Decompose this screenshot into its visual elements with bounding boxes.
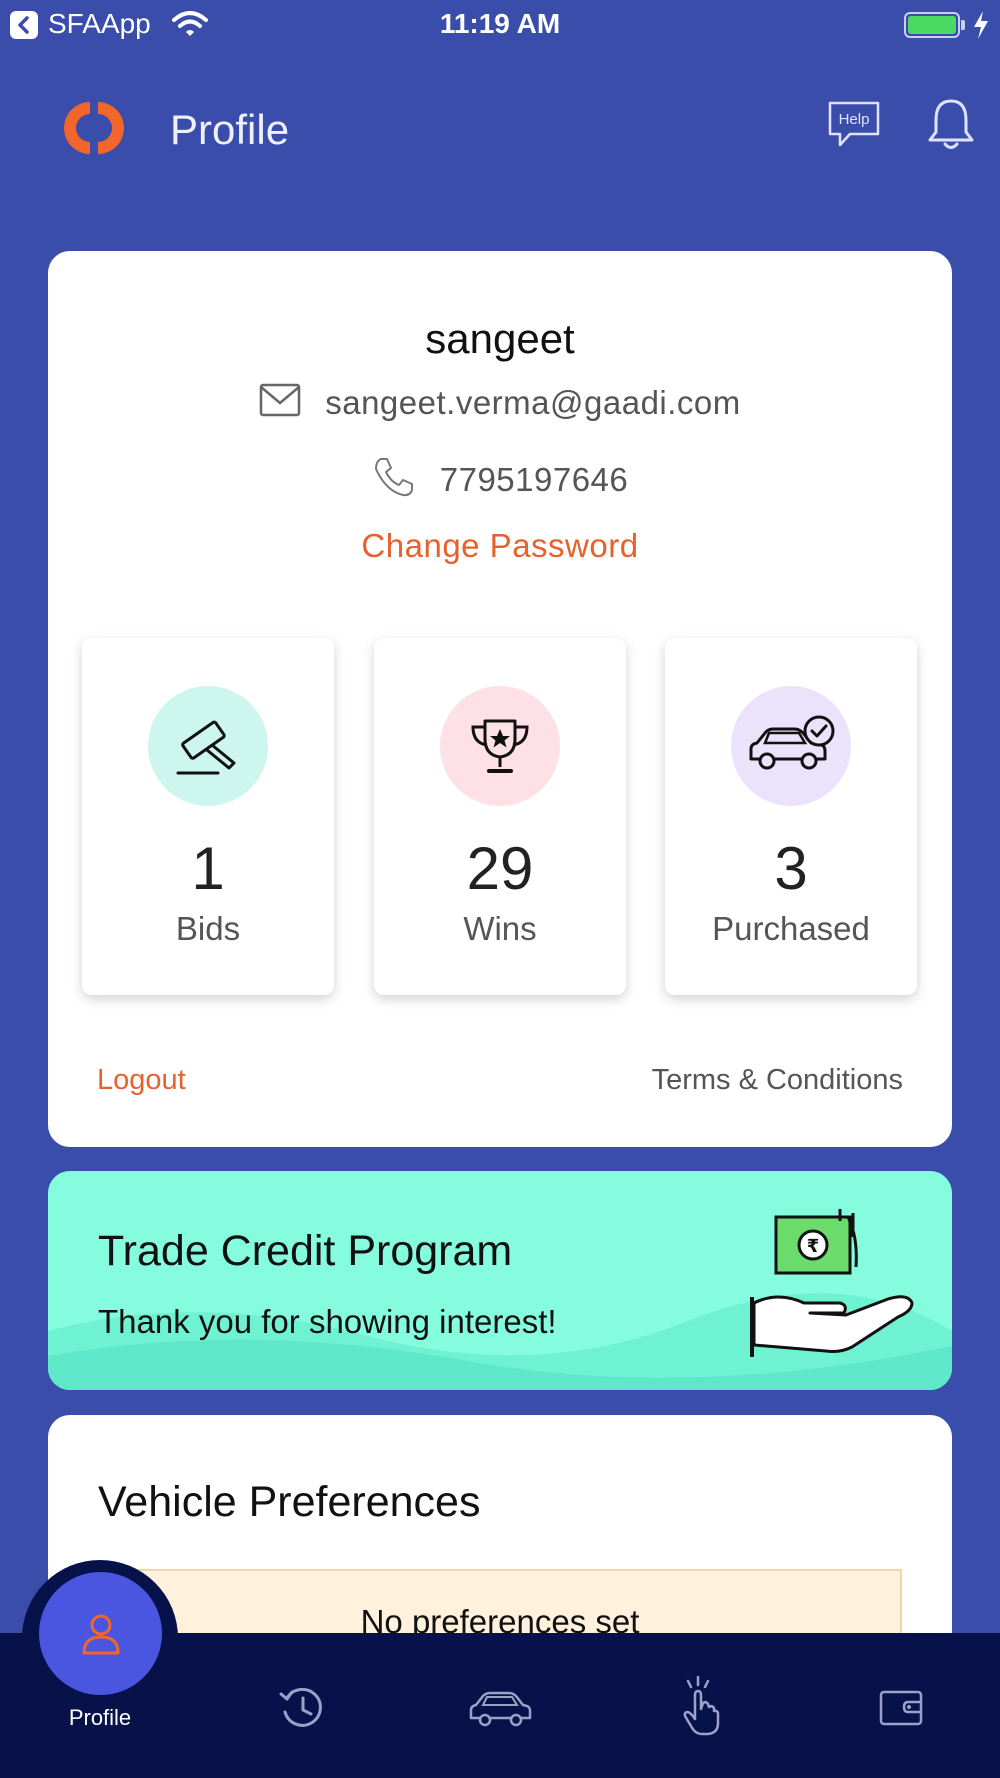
battery-icon	[904, 12, 960, 38]
stat-card-purchased[interactable]: 3 Purchased	[665, 638, 917, 995]
stat-card-wins[interactable]: 29 Wins	[374, 638, 626, 995]
user-phone: 7795197646	[439, 460, 629, 498]
phone-row: 7795197646	[48, 455, 952, 504]
trade-credit-banner[interactable]: Trade Credit Program Thank you for showi…	[48, 1171, 952, 1390]
profile-card: sangeet sangeet.verma@gaadi.com 77951976…	[48, 251, 952, 1147]
nav-profile-label[interactable]: Profile	[38, 1705, 162, 1731]
charging-icon	[972, 10, 990, 45]
nav-wallet-button[interactable]	[871, 1680, 931, 1736]
page-title: Profile	[170, 106, 290, 153]
user-name: sangeet	[425, 315, 575, 362]
bell-icon[interactable]	[926, 98, 976, 152]
car-icon	[469, 1691, 532, 1727]
user-email: sangeet.verma@gaadi.com	[325, 383, 741, 421]
nav-history-button[interactable]	[271, 1680, 331, 1736]
app-logo	[64, 98, 124, 158]
stat-icon-circle	[148, 686, 268, 806]
rupee-symbol: ₹	[807, 1236, 820, 1257]
phone-icon	[372, 455, 416, 504]
trade-credit-subtitle: Thank you for showing interest!	[98, 1303, 557, 1340]
nav-bids-button[interactable]	[670, 1674, 730, 1738]
car-check-icon	[749, 715, 835, 770]
status-time: 11:19 AM	[439, 8, 561, 39]
stat-label: Wins	[463, 910, 537, 947]
trophy-icon	[471, 719, 529, 773]
mail-icon	[259, 383, 301, 422]
terms-conditions-link[interactable]: Terms & Conditions	[652, 1064, 903, 1097]
trade-credit-title: Trade Credit Program	[98, 1227, 513, 1275]
email-row: sangeet.verma@gaadi.com	[48, 383, 952, 422]
stat-value: 1	[191, 835, 225, 902]
help-label: Help	[839, 111, 870, 128]
stat-card-bids[interactable]: 1 Bids	[82, 638, 334, 995]
stat-icon-circle	[731, 686, 851, 806]
stat-icon-circle	[440, 686, 560, 806]
vehicle-preferences-title: Vehicle Preferences	[98, 1478, 481, 1526]
nav-profile-button[interactable]	[39, 1572, 162, 1695]
tap-icon	[683, 1675, 720, 1736]
stat-value: 29	[466, 835, 534, 902]
stat-label: Purchased	[712, 910, 870, 947]
logout-link[interactable]: Logout	[97, 1064, 186, 1097]
user-icon	[82, 1614, 119, 1654]
battery-tip	[961, 20, 965, 30]
stat-value: 3	[774, 835, 808, 902]
stat-label: Bids	[175, 910, 241, 947]
help-button[interactable]: Help	[826, 100, 882, 150]
history-icon	[279, 1687, 322, 1727]
gavel-icon	[176, 720, 236, 775]
wallet-icon	[879, 1690, 923, 1726]
money-hand-icon: ₹	[750, 1209, 914, 1357]
status-bar: SFAApp 11:19 AM	[0, 0, 1000, 50]
change-password-link[interactable]: Change Password	[48, 527, 952, 565]
nav-vehicles-button[interactable]	[462, 1680, 538, 1736]
